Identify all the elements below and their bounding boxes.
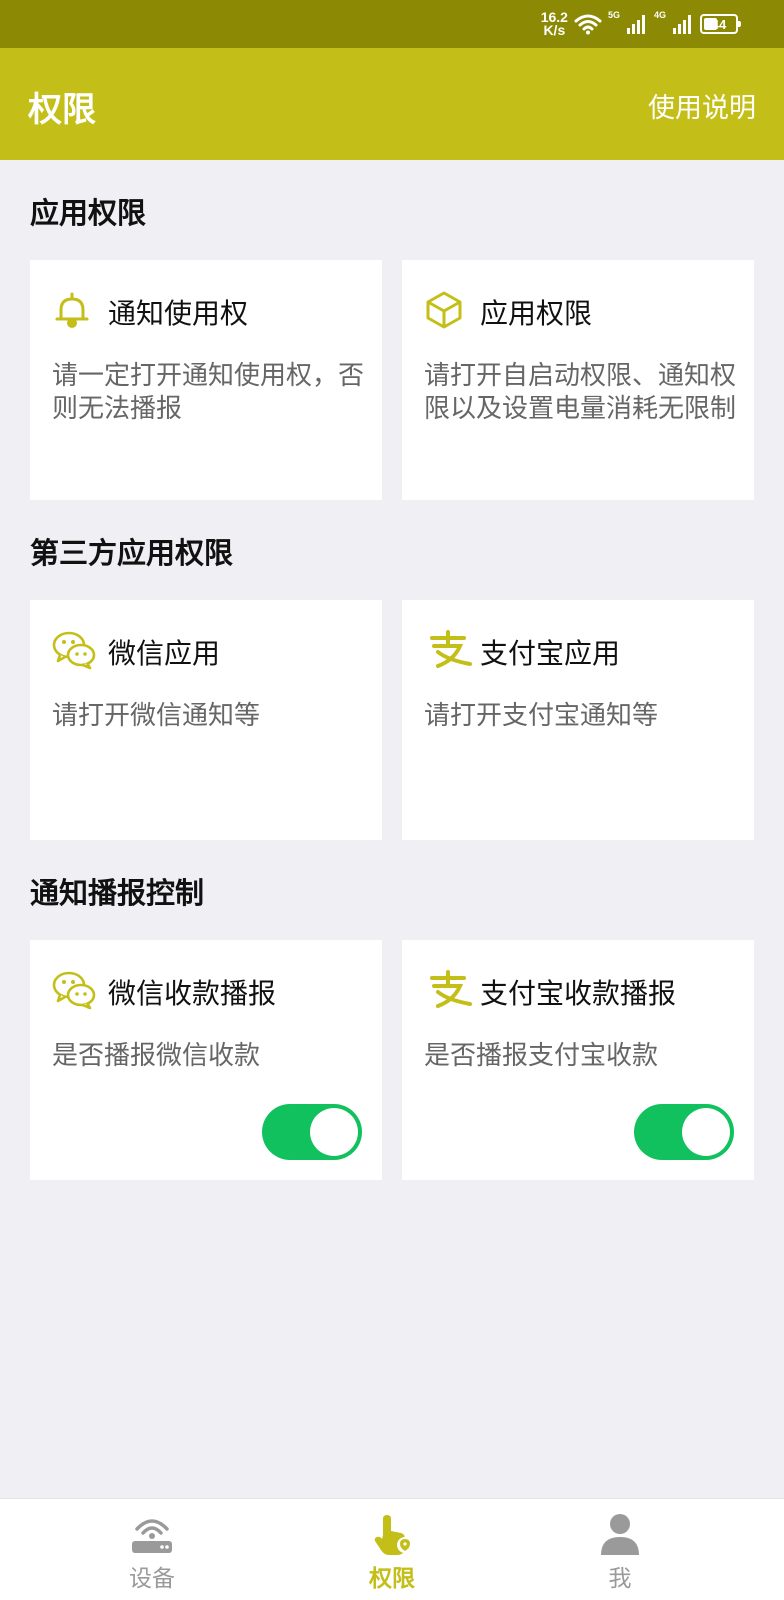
card-title: 微信收款播报 <box>108 977 277 1010</box>
card-wechat-payment-broadcast: 微信收款播报 是否播报微信收款 <box>30 940 382 1180</box>
toggle-knob <box>682 1108 730 1156</box>
nav-label: 我 <box>608 1566 632 1592</box>
alipay-icon <box>430 970 472 1008</box>
battery-icon: 44 <box>700 14 741 34</box>
bottom-nav: 设备 权限 我 <box>0 1498 784 1600</box>
nav-label: 权限 <box>369 1566 415 1592</box>
alipay-icon <box>430 630 472 668</box>
status-icons: 16.2 K/s 5G 4G 44 <box>541 8 741 40</box>
net-speed: 16.2 K/s <box>541 10 568 38</box>
person-icon <box>601 1514 639 1555</box>
touch-lock-icon <box>374 1515 413 1555</box>
card-alipay-payment-broadcast: 支付宝收款播报 是否播报支付宝收款 <box>402 940 754 1180</box>
nav-item-me[interactable]: 我 <box>560 1511 680 1593</box>
signal-5g-label: 5G <box>607 10 620 20</box>
cell-signal-icon <box>626 15 645 34</box>
section-title-third-party: 第三方应用权限 <box>30 536 234 570</box>
card-app-permissions[interactable]: 应用权限 请打开自启动权限、通知权限以及设置电量消耗无限制 <box>402 260 754 500</box>
card-alipay-app[interactable]: 支付宝应用 请打开支付宝通知等 <box>402 600 754 840</box>
battery-level: 44 <box>711 16 727 32</box>
nav-item-devices[interactable]: 设备 <box>92 1511 212 1593</box>
router-icon <box>132 1519 172 1553</box>
cube-icon <box>426 291 462 329</box>
card-desc: 请打开支付宝通知等 <box>424 701 659 731</box>
status-bar: 16.2 K/s 5G 4G 44 <box>0 0 784 48</box>
card-desc: 请打开微信通知等 <box>52 701 261 731</box>
card-desc: 是否播报支付宝收款 <box>424 1041 659 1071</box>
signal-4g-label: 4G <box>653 10 666 20</box>
cell-signal-icon <box>673 15 691 34</box>
card-title: 支付宝应用 <box>480 637 621 670</box>
card-desc: 是否播报微信收款 <box>52 1041 261 1071</box>
net-speed-unit: K/s <box>543 22 566 38</box>
wechat-icon <box>52 631 96 670</box>
app-bar: 权限 使用说明 <box>0 48 784 160</box>
wifi-icon <box>574 14 602 35</box>
card-title: 通知使用权 <box>108 297 249 330</box>
section-title-app-permissions: 应用权限 <box>30 196 147 230</box>
bell-icon <box>55 292 89 328</box>
help-link[interactable]: 使用说明 <box>648 86 756 125</box>
section-title-notify-control: 通知播报控制 <box>30 876 205 910</box>
card-title: 支付宝收款播报 <box>480 977 677 1010</box>
card-notification-access[interactable]: 通知使用权 请一定打开通知使用权，否则无法播报 <box>30 260 382 500</box>
wechat-icon <box>52 971 96 1010</box>
toggle-knob <box>310 1108 358 1156</box>
wechat-broadcast-toggle[interactable] <box>262 1104 362 1160</box>
card-title: 应用权限 <box>480 297 593 330</box>
card-desc: 请一定打开通知使用权，否则无法播报 <box>52 361 365 424</box>
card-wechat-app[interactable]: 微信应用 请打开微信通知等 <box>30 600 382 840</box>
page-title: 权限 <box>28 90 96 130</box>
nav-label: 设备 <box>129 1566 175 1592</box>
card-title: 微信应用 <box>108 637 221 670</box>
nav-item-permissions[interactable]: 权限 <box>332 1511 452 1593</box>
alipay-broadcast-toggle[interactable] <box>634 1104 734 1160</box>
card-desc: 请打开自启动权限、通知权限以及设置电量消耗无限制 <box>424 361 737 424</box>
